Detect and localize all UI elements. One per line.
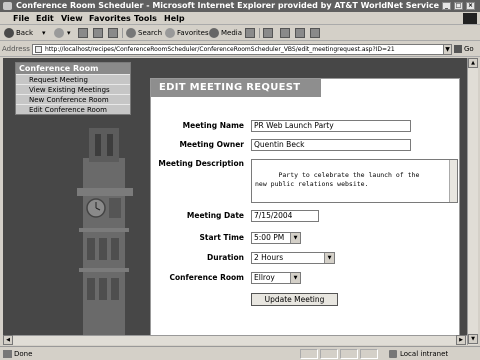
windows-logo-icon [463,13,477,24]
start-time-select[interactable]: 5:00 PM ▼ [251,232,301,244]
conference-room-value: Ellroy [254,273,275,282]
meeting-description-text: Party to celebrate the launch of the new… [255,171,420,188]
status-text: Done [14,350,33,358]
mail-icon[interactable] [263,28,273,38]
nav-item-view-existing-meetings[interactable]: View Existing Meetings [16,84,130,94]
star-icon [165,28,175,38]
page-done-icon [3,350,12,358]
forward-arrow-icon [54,28,64,38]
media-label: Media [221,29,243,37]
conference-room-select[interactable]: Ellroy ▼ [251,272,301,284]
search-label: Search [138,29,163,37]
window-title: Conference Room Scheduler - Microsoft In… [16,1,440,10]
address-url: http://localhost/recipes/ConferenceRoomS… [45,46,395,53]
ie-logo-icon [3,2,12,10]
page-content: Conference Room Request Meeting View Exi… [3,58,467,345]
textarea-scrollbar[interactable] [449,160,457,202]
vertical-scrollbar[interactable]: ▲ ▼ [467,58,478,345]
menu-view[interactable]: View [61,13,83,24]
back-button[interactable]: Back [4,27,33,39]
menu-help[interactable]: Help [164,13,185,24]
menu-edit[interactable]: Edit [36,13,54,24]
meeting-date-input[interactable]: 7/15/2004 [251,210,319,222]
edit-icon[interactable] [295,28,305,38]
start-time-value: 5:00 PM [254,233,285,242]
address-bar: Address http://localhost/recipes/Confere… [0,42,480,57]
start-time-label: Start Time [199,233,244,242]
minimize-button[interactable]: _ [442,2,451,10]
scroll-left-button[interactable]: ◀ [3,335,13,345]
close-button[interactable]: × [466,2,475,10]
nav-item-request-meeting[interactable]: Request Meeting [16,74,130,84]
favorites-label: Favorites [177,29,209,37]
chevron-down-icon: ▼ [324,253,334,263]
title-bar: Conference Room Scheduler - Microsoft In… [0,0,480,12]
status-pane [340,349,358,359]
duration-select[interactable]: 2 Hours ▼ [251,252,335,264]
print-icon[interactable] [280,28,290,38]
horizontal-scrollbar[interactable]: ◀ ▶ [3,335,467,345]
address-label: Address [2,45,30,53]
scroll-up-button[interactable]: ▲ [468,58,478,68]
scroll-right-button[interactable]: ▶ [456,335,466,345]
status-pane [360,349,378,359]
nav-item-edit-conference-room[interactable]: Edit Conference Room [16,104,130,114]
search-icon [126,28,136,38]
status-pane [300,349,318,359]
menu-bar: File Edit View Favorites Tools Help [0,12,480,25]
back-arrow-icon [4,28,14,38]
duration-value: 2 Hours [254,253,284,262]
meeting-name-input[interactable]: PR Web Launch Party [251,120,411,132]
clock-tower-image [77,128,133,345]
conference-room-label: Conference Room [169,273,244,282]
menu-tools[interactable]: Tools [134,13,157,24]
scroll-down-button[interactable]: ▼ [468,334,478,344]
forward-dropdown[interactable]: ▾ [67,27,71,39]
duration-label: Duration [207,253,244,262]
go-label: Go [464,45,474,53]
update-meeting-button[interactable]: Update Meeting [251,293,338,306]
back-label: Back [16,29,33,37]
status-bar: Done Local intranet [0,346,480,360]
media-button[interactable]: Media [209,27,242,39]
menu-file[interactable]: File [13,13,29,24]
address-dropdown[interactable]: ▼ [443,44,452,55]
security-zone-text: Local intranet [400,350,449,358]
meeting-description-label: Meeting Description [158,159,244,168]
forward-button[interactable] [54,27,66,39]
history-icon[interactable] [245,28,255,38]
home-icon[interactable] [108,28,118,38]
meeting-description-textarea[interactable]: Party to celebrate the launch of the new… [251,159,458,203]
chevron-down-icon: ▼ [290,233,300,243]
meeting-owner-label: Meeting Owner [179,140,244,149]
maximize-button[interactable]: □ [454,2,463,10]
stop-icon[interactable] [78,28,88,38]
menu-favorites[interactable]: Favorites [89,13,131,24]
intranet-icon [389,350,397,358]
chevron-down-icon: ▼ [290,273,300,283]
favorites-button[interactable]: Favorites [165,27,209,39]
search-button[interactable]: Search [126,27,162,39]
toolbar-separator [122,28,123,38]
go-button[interactable]: Go [454,44,478,55]
meeting-owner-input[interactable]: Quentin Beck [251,139,411,151]
back-dropdown[interactable]: ▾ [42,27,46,39]
status-pane [320,349,338,359]
discuss-icon[interactable] [310,28,320,38]
address-input[interactable]: http://localhost/recipes/ConferenceRoomS… [32,44,450,55]
refresh-icon[interactable] [93,28,103,38]
panel-title: EDIT MEETING REQUEST [151,79,321,97]
edit-meeting-panel: EDIT MEETING REQUEST Meeting Name PR Web… [150,78,460,340]
go-arrow-icon [454,45,462,53]
toolbar-separator [259,28,260,38]
meeting-name-label: Meeting Name [182,121,244,130]
page-icon [35,46,42,53]
media-icon [209,28,219,38]
toolbar: Back ▾ ▾ Search Favorites Media [0,25,480,41]
nav-menu-title: Conference Room [16,63,130,74]
nav-menu: Conference Room Request Meeting View Exi… [15,62,131,115]
nav-item-new-conference-room[interactable]: New Conference Room [16,94,130,104]
meeting-date-label: Meeting Date [186,211,244,220]
